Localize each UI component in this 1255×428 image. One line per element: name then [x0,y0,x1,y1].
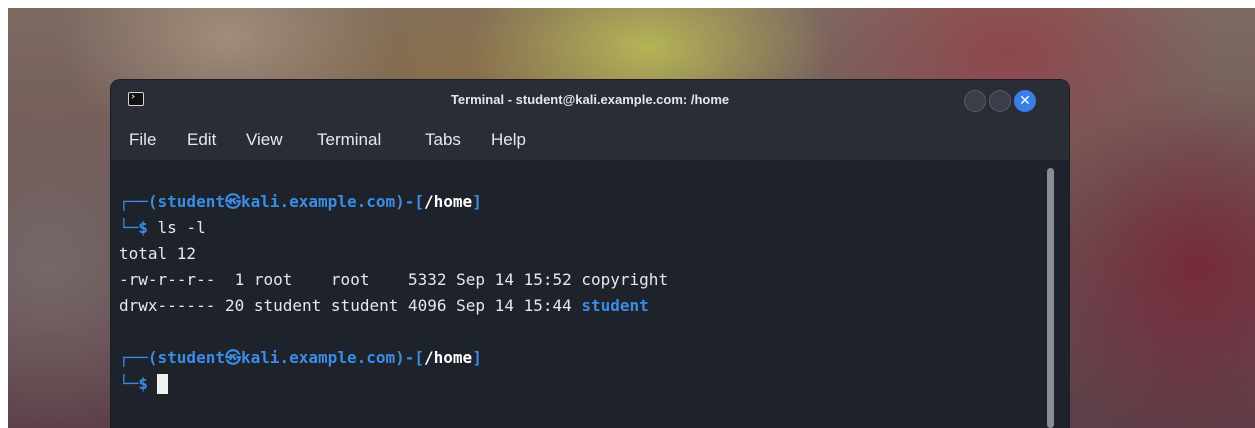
terminal-window[interactable]: Terminal - student@kali.example.com: /ho… [111,80,1069,428]
prompt-line-top: ┌──(student㉿kali.example.com)-[/home] [119,348,482,368]
window-title: Terminal - student@kali.example.com: /ho… [450,92,730,107]
prompt-end: ] [472,192,482,211]
title-bar[interactable]: Terminal - student@kali.example.com: /ho… [111,80,1069,120]
vertical-scrollbar[interactable] [1047,168,1054,428]
prompt-path: /home [424,348,473,367]
menu-view[interactable]: View [246,129,283,151]
menu-help[interactable]: Help [491,129,526,151]
prompt-line-command: └─$ ls -l [119,218,206,238]
menu-terminal[interactable]: Terminal [317,129,381,151]
maximize-button[interactable] [989,90,1011,112]
terminal-output-area[interactable]: ┌──(student㉿kali.example.com)-[/home] └─… [111,160,1069,428]
close-icon: ✕ [1019,93,1031,109]
prompt-path: /home [424,192,473,211]
minimize-button[interactable] [964,90,986,112]
prompt-box-bottom: └─ [119,218,139,237]
text-cursor [156,374,168,394]
close-button[interactable]: ✕ [1014,90,1036,112]
prompt-box-bottom: └─ [119,374,139,393]
prompt-line-top: ┌──(student㉿kali.example.com)-[/home] [119,192,482,212]
prompt-mid: )-[ [395,348,425,367]
prompt-user: student [157,348,225,367]
prompt-user: student [157,192,225,211]
prompt-host: kali.example.com [240,192,396,211]
prompt-mid: )-[ [395,192,425,211]
menu-edit[interactable]: Edit [187,129,216,151]
output-line: total 12 [119,244,197,263]
directory-name: student [581,296,649,315]
output-line: drwx------ 20 student student 4096 Sep 1… [119,296,649,316]
prompt-end: ] [472,348,482,367]
command-text: ls -l [147,218,206,237]
prompt-dollar: $ [138,218,148,237]
prompt-dollar: $ [138,374,148,393]
prompt-at-icon: ㉿ [224,192,241,211]
menu-file[interactable]: File [129,129,156,151]
prompt-line-command: └─$ [119,374,168,394]
menu-bar: File Edit View Terminal Tabs Help [111,120,1069,160]
prompt-box-top: ┌──( [119,348,158,367]
output-line: -rw-r--r-- 1 root root 5332 Sep 14 15:52… [119,270,669,289]
menu-tabs[interactable]: Tabs [425,129,461,151]
prompt-host: kali.example.com [240,348,396,367]
prompt-at-icon: ㉿ [224,348,241,367]
prompt-box-top: ┌──( [119,192,158,211]
output-line-text: drwx------ 20 student student 4096 Sep 1… [119,296,582,315]
